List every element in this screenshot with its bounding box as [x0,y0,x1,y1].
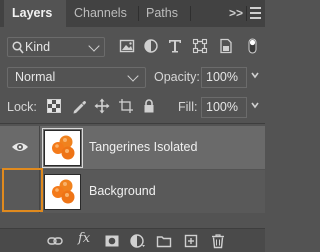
filter-pixel-layers-icon[interactable] [119,38,135,54]
chevron-down-icon [127,70,139,82]
tab-channels[interactable]: Channels [66,0,138,27]
tab-divider [190,6,191,21]
fill-input[interactable]: 100% [201,97,247,118]
fill-label: Fill: [178,100,198,114]
tab-paths[interactable]: Paths [138,0,190,27]
filter-type-label: Kind [25,40,51,54]
tab-divider [246,6,247,21]
filter-adjustment-layers-icon[interactable] [143,38,159,54]
tab-layers[interactable]: Layers [4,0,66,27]
delete-layer-icon[interactable] [210,233,226,249]
filter-shape-layers-icon[interactable] [192,38,208,54]
panel-menu-icon[interactable] [250,7,261,19]
filter-smart-objects-icon[interactable] [218,38,234,54]
add-mask-icon[interactable] [104,233,120,249]
opacity-input[interactable]: 100% [201,67,247,88]
new-group-icon[interactable] [156,233,172,249]
tangerines-thumbnail-image [52,135,75,160]
search-icon [12,41,24,54]
panel-bottom-bar: fx [0,228,265,252]
layer-thumbnail[interactable] [42,128,83,168]
layer-row-tangerines-isolated[interactable]: Tangerines Isolated [0,126,265,169]
visibility-highlight-annotation [2,168,43,212]
lock-all-icon[interactable] [141,98,157,114]
filter-toggle-icon[interactable] [243,38,261,54]
layer-name[interactable]: Background [89,184,156,198]
chevron-down-icon [88,40,100,52]
opacity-label: Opacity: [154,70,200,84]
lock-transparent-pixels-icon[interactable] [46,98,62,114]
opacity-slider-arrow-icon[interactable] [250,70,260,82]
panel-tab-bar: Layers Channels Paths >> [0,0,265,27]
lock-artboard-nesting-icon[interactable] [118,98,134,114]
new-adjustment-layer-icon[interactable] [129,233,145,249]
add-layer-style-button[interactable]: fx [78,231,90,246]
filter-type-layers-icon[interactable] [167,38,183,54]
expand-panels-icon[interactable]: >> [229,5,243,21]
lock-position-icon[interactable] [94,98,110,114]
eye-icon [12,143,28,151]
blend-mode-label: Normal [15,70,56,84]
layer-visibility-toggle[interactable] [0,126,39,169]
layers-list-empty-area [0,214,265,227]
new-layer-icon[interactable] [183,233,199,249]
blend-mode-select[interactable]: Normal [7,67,146,88]
layers-panel: Layers Channels Paths >> Kind Normal Opa… [0,0,265,252]
background-thumbnail-image [52,179,75,204]
column-divider [39,126,40,169]
layer-thumbnail[interactable] [44,174,81,210]
lock-image-pixels-icon[interactable] [71,98,87,114]
lock-label: Lock: [7,100,37,114]
layer-name[interactable]: Tangerines Isolated [89,140,197,154]
divider [0,123,265,124]
fill-slider-arrow-icon[interactable] [250,100,260,112]
filter-type-select[interactable]: Kind [7,37,105,57]
link-layers-icon[interactable] [47,233,63,249]
